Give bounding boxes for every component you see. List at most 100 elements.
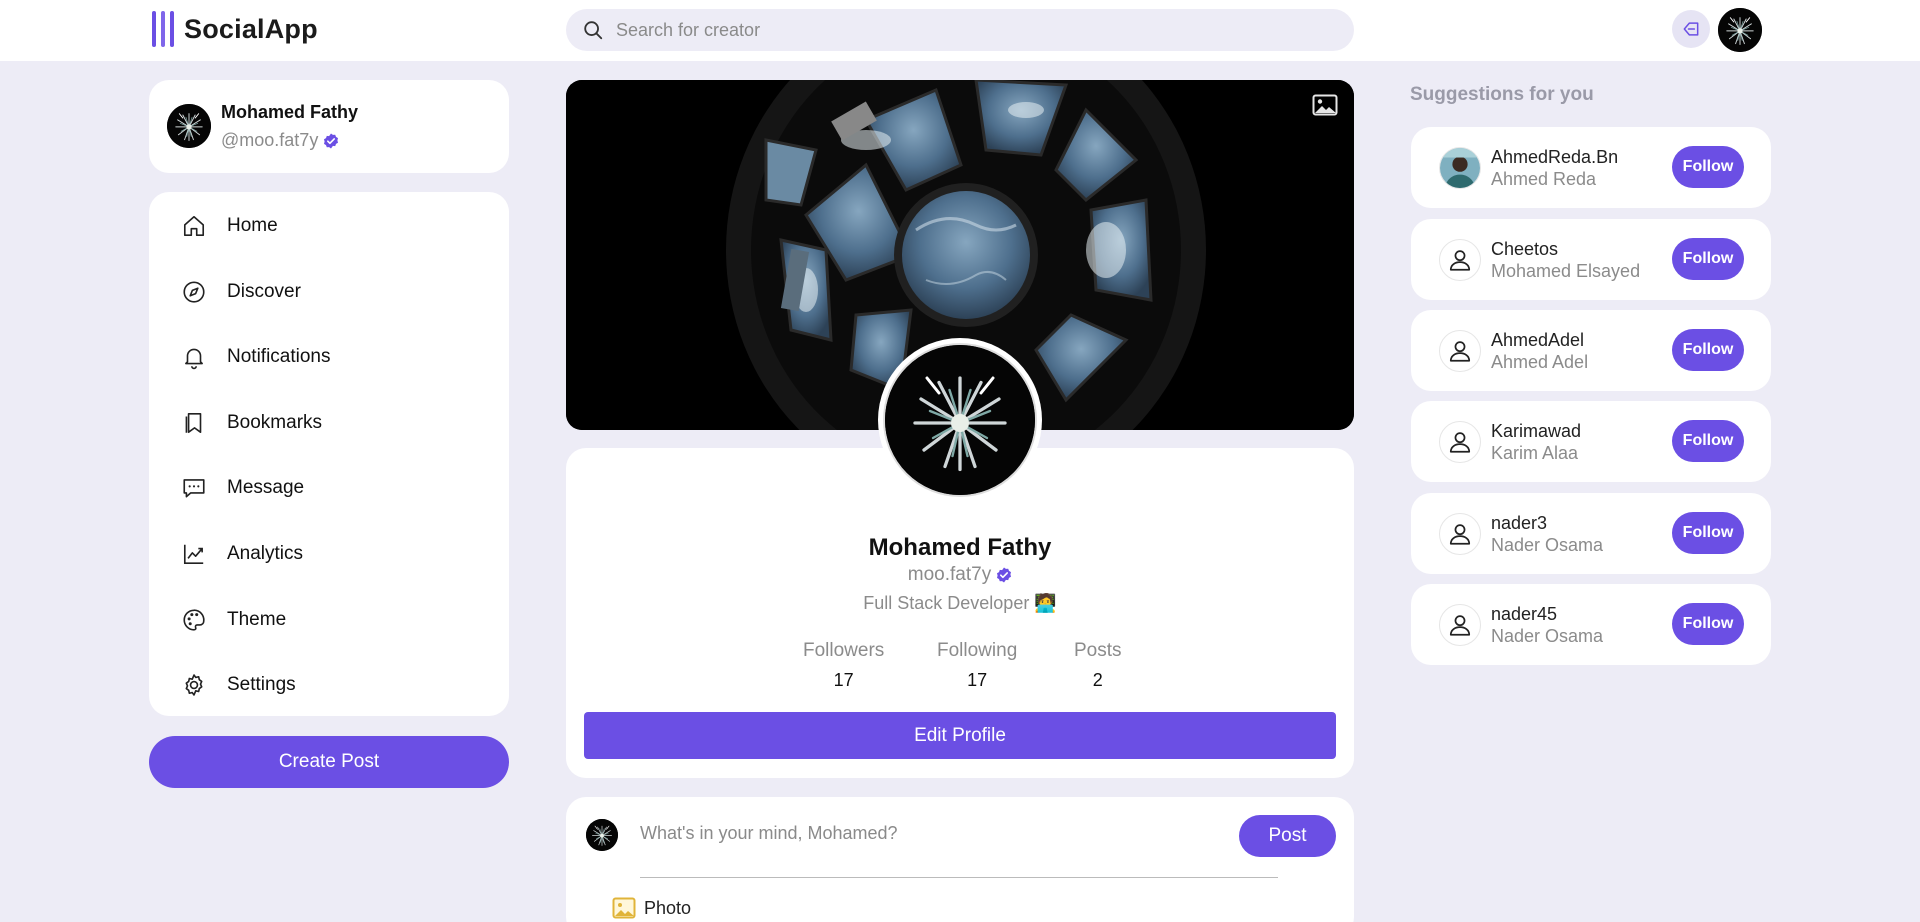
follow-button[interactable]: Follow <box>1672 420 1744 462</box>
suggestion-username: Karimawad <box>1491 421 1582 441</box>
suggestion-name: Karim Alaa <box>1491 443 1579 463</box>
suggestion-name: Mohamed Elsayed <box>1491 261 1641 281</box>
sidebar-item-notifications[interactable]: Notifications <box>181 337 331 377</box>
photo-option[interactable]: Photo <box>612 897 691 919</box>
follow-button[interactable]: Follow <box>1672 238 1744 280</box>
profile-avatar[interactable] <box>878 338 1042 502</box>
follow-button[interactable]: Follow <box>1672 512 1744 554</box>
sidebar-item-bookmarks[interactable]: Bookmarks <box>181 403 322 443</box>
sidebar-item-label: Discover <box>227 281 301 302</box>
suggestion-name: Ahmed Adel <box>1491 352 1589 372</box>
image-icon[interactable] <box>1312 94 1338 116</box>
sidebar-item-label: Message <box>227 477 305 498</box>
create-post-button[interactable]: Create Post <box>149 736 509 788</box>
suggestion-username: AhmedReda.Bn <box>1491 147 1619 167</box>
app-logo[interactable]: SocialApp <box>152 10 318 48</box>
user-icon <box>1447 247 1473 273</box>
suggestion-item[interactable]: AhmedAdel Ahmed Adel Follow <box>1411 310 1771 391</box>
sidebar-item-label: Notifications <box>227 346 331 367</box>
gear-icon <box>185 674 203 696</box>
follow-button[interactable]: Follow <box>1672 329 1744 371</box>
avatar <box>1439 147 1481 189</box>
edit-profile-button[interactable]: Edit Profile <box>584 712 1336 759</box>
sidebar-item-label: Theme <box>227 609 287 630</box>
logout-button[interactable] <box>1672 10 1710 48</box>
user-handle: @moo.fat7y <box>221 130 339 151</box>
avatar <box>1439 513 1481 555</box>
user-name: Mohamed Fathy <box>221 102 359 122</box>
search-icon <box>584 21 603 40</box>
suggestion-item[interactable]: Cheetos Mohamed Elsayed Follow <box>1411 219 1771 300</box>
user-icon <box>1447 429 1473 455</box>
sidebar-item-label: Bookmarks <box>227 412 323 433</box>
sidebar-item-settings[interactable]: Settings <box>181 665 296 705</box>
app-name: SocialApp <box>184 13 318 44</box>
stat-value: 2 <box>1092 670 1103 690</box>
suggestions-title: Suggestions for you <box>1410 84 1594 105</box>
stat-value: 17 <box>833 670 854 690</box>
home-icon <box>183 215 205 237</box>
post-button[interactable]: Post <box>1239 815 1336 857</box>
user-icon <box>1447 338 1473 364</box>
photo-icon <box>612 897 636 919</box>
suggestion-item[interactable]: Karimawad Karim Alaa Follow <box>1411 401 1771 482</box>
avatar <box>1439 604 1481 646</box>
avatar <box>1439 239 1481 281</box>
suggestion-name: Nader Osama <box>1491 535 1604 555</box>
avatar <box>586 819 618 851</box>
suggestion-username: AhmedAdel <box>1491 330 1585 350</box>
sidebar-item-label: Analytics <box>227 543 304 564</box>
suggestion-item[interactable]: nader3 Nader Osama Follow <box>1411 493 1771 574</box>
follow-button[interactable]: Follow <box>1672 603 1744 645</box>
post-composer: Post Photo <box>566 797 1354 922</box>
verified-icon <box>323 133 339 149</box>
suggestion-item[interactable]: nader45 Nader Osama Follow <box>1411 584 1771 665</box>
sidebar-item-home[interactable]: Home <box>181 206 278 246</box>
sidebar-item-message[interactable]: Message <box>181 468 304 508</box>
suggestion-username: nader45 <box>1491 604 1558 624</box>
user-handle-text: @moo.fat7y <box>221 130 319 150</box>
sidebar-item-analytics[interactable]: Analytics <box>181 534 303 574</box>
sidebar-item-discover[interactable]: Discover <box>181 272 301 312</box>
suggestion-name: Ahmed Reda <box>1491 169 1597 189</box>
compass-icon <box>183 281 205 303</box>
verified-icon <box>996 567 1012 583</box>
search-input[interactable] <box>616 19 1316 41</box>
suggestion-username: nader3 <box>1491 513 1548 533</box>
stat-value: 17 <box>967 670 988 690</box>
user-summary-card[interactable]: Mohamed Fathy @moo.fat7y <box>149 80 509 173</box>
followers-stat[interactable]: Followers 17 <box>803 640 884 691</box>
photo-label: Photo <box>644 897 692 918</box>
logo-icon <box>152 10 174 48</box>
avatar <box>167 104 211 148</box>
profile-bio: Full Stack Developer 🧑‍💻 <box>863 593 1057 613</box>
palette-icon <box>183 609 205 631</box>
profile-name: Mohamed Fathy <box>868 534 1052 561</box>
bookmark-icon <box>185 412 202 434</box>
following-stat[interactable]: Following 17 <box>937 640 1017 691</box>
sidebar-item-label: Settings <box>227 674 296 695</box>
suggestion-item[interactable]: AhmedReda.Bn Ahmed Reda Follow <box>1411 127 1771 208</box>
top-header: SocialApp <box>0 0 1920 61</box>
sidebar-item-theme[interactable]: Theme <box>181 600 286 640</box>
header-avatar[interactable] <box>1718 8 1762 52</box>
stat-label: Posts <box>1074 640 1122 661</box>
profile-handle: moo.fat7y <box>566 564 1354 586</box>
message-icon <box>183 479 205 498</box>
search-bar[interactable] <box>566 9 1354 51</box>
avatar <box>1439 421 1481 463</box>
suggestion-username: Cheetos <box>1491 239 1559 259</box>
logout-icon <box>1683 22 1699 36</box>
sidebar-nav: Home Discover Notifications Bookmarks Me… <box>149 192 509 716</box>
post-input[interactable] <box>640 823 1240 844</box>
bell-icon <box>185 348 203 370</box>
user-icon <box>1447 612 1473 638</box>
avatar <box>1439 330 1481 372</box>
posts-stat[interactable]: Posts 2 <box>1074 640 1122 691</box>
profile-handle-text: moo.fat7y <box>907 564 992 585</box>
suggestion-name: Nader Osama <box>1491 626 1604 646</box>
chart-icon <box>183 544 204 565</box>
divider <box>640 877 1278 878</box>
follow-button[interactable]: Follow <box>1672 146 1744 188</box>
stat-label: Followers <box>803 640 885 661</box>
